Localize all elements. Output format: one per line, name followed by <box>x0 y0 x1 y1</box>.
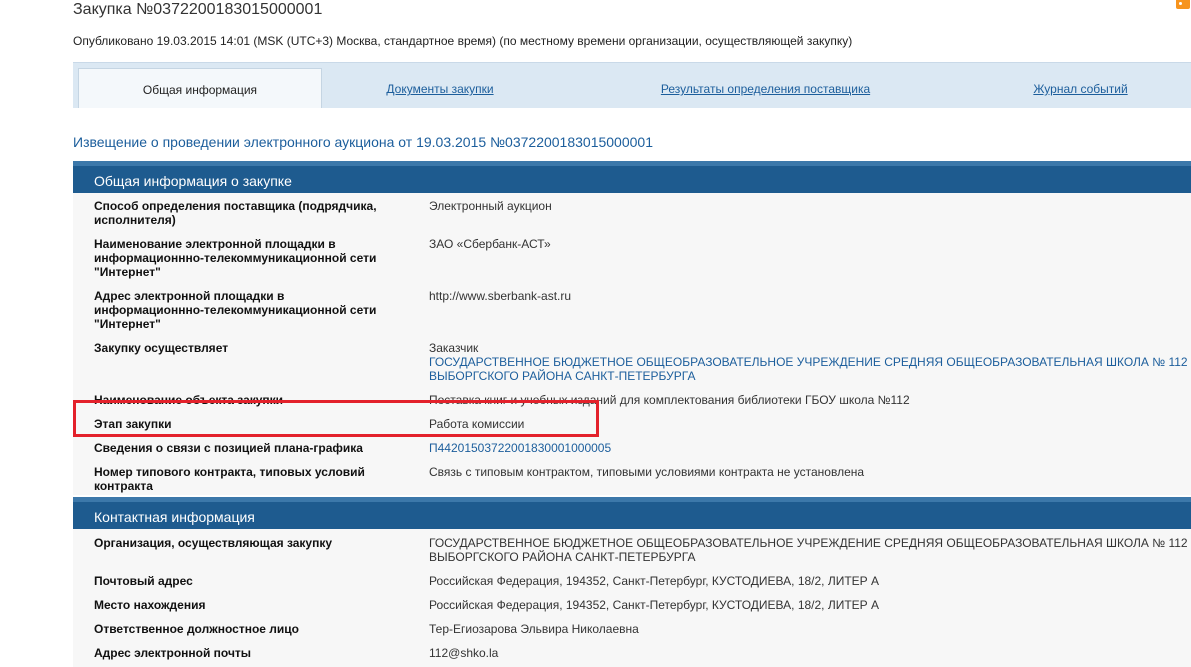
general-section-header: Общая информация о закупке <box>73 161 1191 193</box>
performer-org-link[interactable]: ГОСУДАРСТВЕННОЕ БЮДЖЕТНОЕ ОБЩЕОБРАЗОВАТЕ… <box>429 355 1188 383</box>
plan-value: П44201503722001830001000005 <box>429 441 1189 455</box>
postal-value: Российская Федерация, 194352, Санкт-Пете… <box>429 574 880 588</box>
platform-name-value: ЗАО «Сбербанк-АСТ» <box>429 237 551 251</box>
plan-link[interactable]: П44201503722001830001000005 <box>429 441 611 455</box>
tab-results[interactable]: Результаты определения поставщика <box>643 68 888 108</box>
rss-icon[interactable] <box>1176 0 1190 9</box>
published-info: Опубликовано 19.03.2015 14:01 (MSK (UTC+… <box>73 34 853 48</box>
contact-section-title: Контактная информация <box>94 509 255 525</box>
general-section-title: Общая информация о закупке <box>94 173 292 189</box>
performer-role: Заказчик <box>429 341 479 355</box>
contact-org-value: ГОСУДАРСТВЕННОЕ БЮДЖЕТНОЕ ОБЩЕОБРАЗОВАТЕ… <box>429 536 1188 564</box>
general-section-body: Способ определения поставщика (подрядчик… <box>73 193 1191 495</box>
method-value: Электронный аукцион <box>429 199 552 213</box>
tab-bar: Общая информация Документы закупки Резул… <box>73 62 1191 108</box>
platform-name-label: Наименование электронной площадки в инфо… <box>94 237 377 279</box>
plan-label: Сведения о связи с позицией плана-график… <box>94 441 363 455</box>
person-value: Тер-Егиозарова Эльвира Николаевна <box>429 622 639 636</box>
contact-org-label: Организация, осуществляющая закупку <box>94 536 333 550</box>
tab-journal[interactable]: Журнал событий <box>1023 68 1138 108</box>
contact-section-body: Организация, осуществляющая закупку ГОСУ… <box>73 529 1191 667</box>
tab-general-info[interactable]: Общая информация <box>78 68 322 108</box>
location-value: Российская Федерация, 194352, Санкт-Пете… <box>429 598 880 612</box>
performer-value: Заказчик ГОСУДАРСТВЕННОЕ БЮДЖЕТНОЕ ОБЩЕО… <box>429 341 1189 383</box>
notice-title: Извещение о проведении электронного аукц… <box>73 134 653 150</box>
highlight-box <box>73 400 599 437</box>
page-title: Закупка №0372200183015000001 <box>73 1 323 18</box>
email-label: Адрес электронной почты <box>94 646 252 660</box>
email-value: 112@shko.la <box>429 646 499 660</box>
postal-label: Почтовый адрес <box>94 574 193 588</box>
platform-address-label: Адрес электронной площадки в информацион… <box>94 289 377 331</box>
contact-section-header: Контактная информация <box>73 497 1191 529</box>
performer-label: Закупку осуществляет <box>94 341 229 355</box>
contract-value: Связь с типовым контрактом, типовыми усл… <box>429 465 865 479</box>
location-label: Место нахождения <box>94 598 206 612</box>
platform-address-value: http://www.sberbank-ast.ru <box>429 289 572 303</box>
person-label: Ответственное должностное лицо <box>94 622 299 636</box>
method-label: Способ определения поставщика (подрядчик… <box>94 199 377 227</box>
tab-documents[interactable]: Документы закупки <box>373 68 507 108</box>
contract-label: Номер типового контракта, типовых услови… <box>94 465 365 493</box>
